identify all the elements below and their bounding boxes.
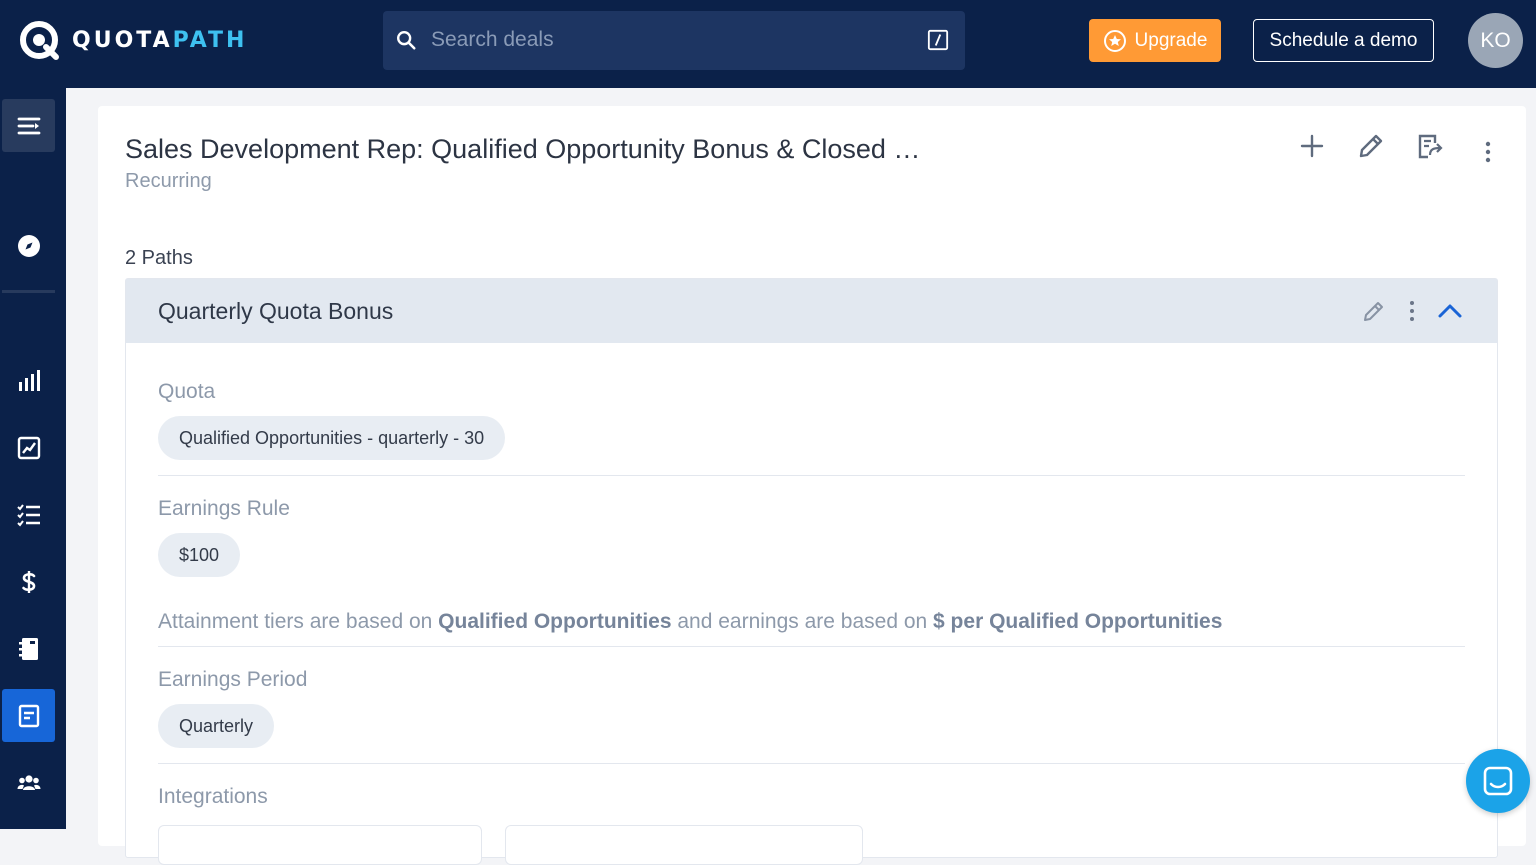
slash-key-icon — [927, 29, 949, 51]
edit-path-button[interactable] — [1358, 295, 1390, 327]
quota-chip: Qualified Opportunities - quarterly - 30 — [158, 416, 506, 460]
sidebar-item-menu-toggle[interactable] — [2, 99, 55, 152]
chat-launcher-button[interactable] — [1466, 749, 1530, 813]
sidebar-item-compass[interactable] — [2, 219, 55, 272]
search-icon — [397, 31, 416, 50]
search-bar — [383, 11, 965, 70]
sidebar-item-team[interactable] — [2, 756, 55, 809]
attainment-note: Attainment tiers are based on Qualified … — [158, 610, 1223, 633]
export-plan-button[interactable] — [1412, 128, 1448, 164]
integration-card[interactable] — [505, 825, 863, 865]
schedule-demo-label: Schedule a demo — [1269, 29, 1418, 51]
pencil-icon — [1359, 134, 1383, 158]
sidebar-item-reports[interactable] — [2, 421, 55, 474]
sidebar-item-earnings[interactable] — [2, 555, 55, 608]
earnings-rule-chip: $100 — [158, 533, 241, 577]
earnings-period-label: Earnings Period — [158, 668, 308, 691]
star-badge-icon — [1103, 29, 1126, 52]
quotapath-logo-icon — [20, 21, 59, 60]
path-header[interactable]: Quarterly Quota Bonus — [126, 279, 1497, 343]
integration-card[interactable] — [158, 825, 482, 865]
compass-icon — [17, 234, 40, 257]
section-divider — [158, 475, 1465, 476]
sidebar-item-ledger[interactable] — [2, 622, 55, 675]
earnings-period-chip: Quarterly — [158, 704, 275, 748]
earnings-rule-label: Earnings Rule — [158, 497, 290, 520]
quota-label: Quota — [158, 380, 216, 403]
path-panel: Quarterly Quota Bonus Quota Qualified Op… — [125, 278, 1498, 865]
user-avatar[interactable]: KO — [1468, 13, 1523, 68]
plan-frequency: Recurring — [125, 170, 212, 192]
sidebar — [0, 88, 66, 829]
plus-icon — [1300, 134, 1324, 158]
upgrade-label: Upgrade — [1134, 29, 1208, 51]
export-document-icon — [1418, 134, 1443, 159]
sidebar-item-plans[interactable] — [2, 689, 55, 742]
section-divider — [158, 763, 1465, 764]
sidebar-item-tasks[interactable] — [2, 488, 55, 541]
brand-logo[interactable]: QUOTAPATH — [18, 18, 247, 62]
path-title: Quarterly Quota Bonus — [158, 298, 394, 324]
dollar-icon — [21, 570, 35, 593]
document-icon — [18, 704, 39, 727]
section-divider — [158, 646, 1465, 647]
path-more-button[interactable] — [1396, 295, 1428, 327]
chat-icon — [1483, 766, 1513, 796]
more-vertical-icon — [1485, 141, 1491, 163]
avatar-initials: KO — [1480, 28, 1511, 52]
edit-plan-button[interactable] — [1353, 128, 1389, 164]
upgrade-button[interactable]: Upgrade — [1089, 19, 1221, 62]
collapse-menu-icon — [17, 117, 40, 134]
collapse-path-button[interactable] — [1434, 295, 1466, 327]
brand-name: QUOTAPATH — [72, 27, 248, 53]
ledger-icon — [18, 637, 38, 660]
chevron-up-icon — [1438, 304, 1462, 318]
bar-chart-icon — [18, 369, 40, 391]
schedule-demo-button[interactable]: Schedule a demo — [1253, 19, 1434, 62]
integrations-label: Integrations — [158, 785, 268, 808]
top-navigation-bar: QUOTAPATH Upgrade Schedule a demo KO — [0, 0, 1536, 88]
add-button[interactable] — [1294, 128, 1330, 164]
pencil-icon — [1364, 302, 1383, 321]
sidebar-item-analytics[interactable] — [2, 354, 55, 407]
sidebar-divider — [2, 290, 55, 293]
chart-line-icon — [17, 436, 40, 459]
search-input[interactable] — [431, 21, 901, 59]
paths-count: 2 Paths — [125, 247, 193, 269]
more-options-button[interactable] — [1470, 134, 1506, 170]
plan-detail-card: Sales Development Rep: Qualified Opportu… — [98, 106, 1526, 865]
users-icon — [17, 774, 40, 790]
plan-title: Sales Development Rep: Qualified Opportu… — [125, 134, 921, 164]
checklist-icon — [16, 503, 40, 527]
more-vertical-icon — [1410, 301, 1414, 321]
